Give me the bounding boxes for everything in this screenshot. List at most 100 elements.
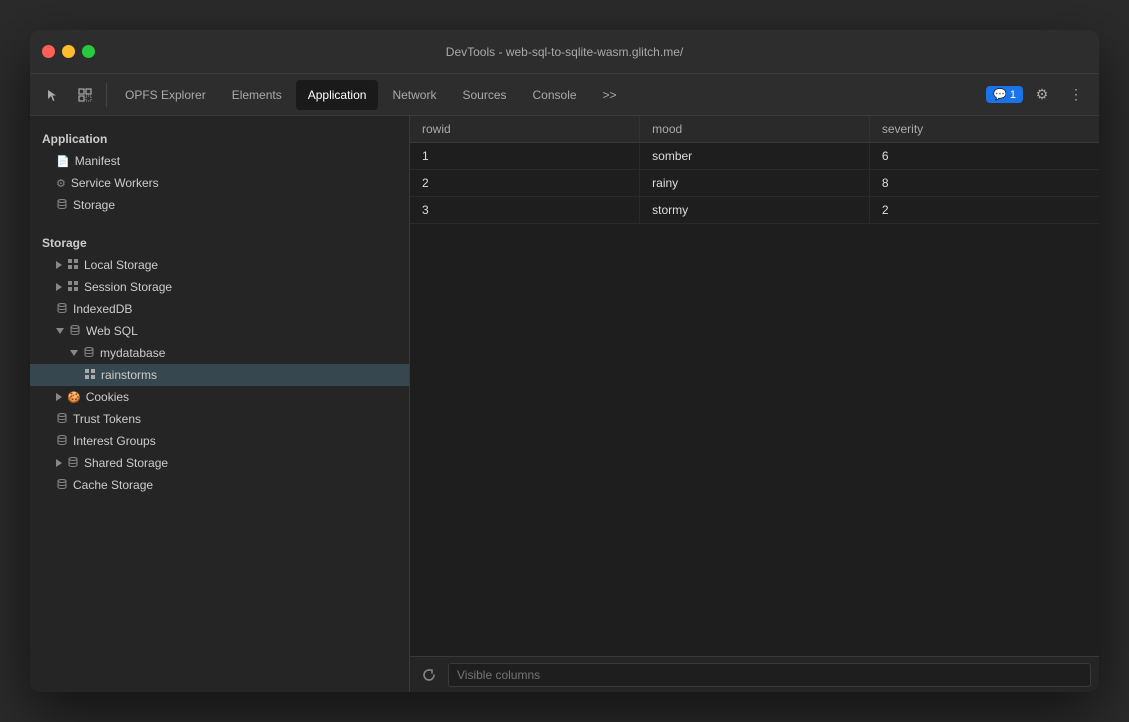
cell-severity: 8	[869, 170, 1099, 197]
rainstorms-label: rainstorms	[101, 368, 157, 382]
toolbar: OPFS Explorer Elements Application Netwo…	[30, 74, 1099, 116]
db-icon	[69, 324, 81, 339]
gear-icon: ⚙	[1036, 86, 1049, 103]
storage-section-header: Storage	[30, 228, 409, 254]
window-title: DevTools - web-sql-to-sqlite-wasm.glitch…	[446, 45, 683, 59]
db-icon	[56, 198, 68, 213]
cookies-label: Cookies	[86, 390, 129, 404]
tab-elements[interactable]: Elements	[220, 80, 294, 110]
sidebar-item-indexeddb[interactable]: IndexedDB	[30, 298, 409, 320]
cell-mood: somber	[640, 143, 870, 170]
expand-icon	[56, 283, 62, 291]
sidebar-item-cache-storage[interactable]: Cache Storage	[30, 474, 409, 496]
cursor-icon-button[interactable]	[38, 80, 68, 110]
sidebar-item-mydatabase[interactable]: mydatabase	[30, 342, 409, 364]
collapse-icon	[70, 350, 78, 356]
db-icon	[67, 456, 79, 471]
db-icon	[56, 302, 68, 317]
table-row[interactable]: 2rainy8	[410, 170, 1099, 197]
tab-more[interactable]: >>	[591, 80, 629, 110]
sidebar-item-web-sql[interactable]: Web SQL	[30, 320, 409, 342]
grid-icon	[67, 258, 79, 273]
results-table: rowid mood severity 1somber62rainy83stor…	[410, 116, 1099, 224]
main-content: Application 📄 Manifest ⚙ Service Workers	[30, 116, 1099, 692]
cell-rowid: 2	[410, 170, 640, 197]
local-storage-label: Local Storage	[84, 258, 158, 272]
more-button[interactable]: ⋮	[1061, 80, 1091, 110]
sidebar-item-shared-storage[interactable]: Shared Storage	[30, 452, 409, 474]
manifest-label: Manifest	[75, 154, 120, 168]
bottom-bar	[410, 656, 1099, 692]
traffic-lights	[42, 45, 95, 58]
expand-icon	[56, 393, 62, 401]
cell-rowid: 1	[410, 143, 640, 170]
main-panel: rowid mood severity 1somber62rainy83stor…	[410, 116, 1099, 692]
tab-opfs-explorer[interactable]: OPFS Explorer	[113, 80, 218, 110]
db-icon	[56, 434, 68, 449]
table-row[interactable]: 3stormy2	[410, 197, 1099, 224]
sidebar-item-interest-groups[interactable]: Interest Groups	[30, 430, 409, 452]
sidebar-item-cookies[interactable]: 🍪 Cookies	[30, 386, 409, 408]
gear-icon: ⚙	[56, 177, 66, 190]
cell-rowid: 3	[410, 197, 640, 224]
table-header-row: rowid mood severity	[410, 116, 1099, 143]
grid-icon	[67, 280, 79, 295]
mydatabase-label: mydatabase	[100, 346, 165, 360]
sidebar-item-rainstorms[interactable]: rainstorms	[30, 364, 409, 386]
data-table: rowid mood severity 1somber62rainy83stor…	[410, 116, 1099, 656]
col-mood: mood	[640, 116, 870, 143]
sidebar-item-session-storage[interactable]: Session Storage	[30, 276, 409, 298]
sidebar-item-local-storage[interactable]: Local Storage	[30, 254, 409, 276]
visible-columns-input[interactable]	[448, 663, 1091, 687]
cell-mood: stormy	[640, 197, 870, 224]
devtools-window: DevTools - web-sql-to-sqlite-wasm.glitch…	[30, 30, 1099, 692]
tab-sources[interactable]: Sources	[450, 80, 518, 110]
expand-icon	[56, 261, 62, 269]
refresh-button[interactable]	[418, 664, 440, 686]
close-button[interactable]	[42, 45, 55, 58]
more-icon: ⋮	[1069, 86, 1083, 103]
db-icon	[56, 478, 68, 493]
storage-app-label: Storage	[73, 198, 115, 212]
tab-application[interactable]: Application	[296, 80, 379, 110]
grid-icon	[84, 368, 96, 383]
toolbar-separator	[106, 83, 107, 107]
collapse-icon	[56, 328, 64, 334]
tab-network[interactable]: Network	[380, 80, 448, 110]
file-icon: 📄	[56, 155, 70, 168]
service-workers-label: Service Workers	[71, 176, 159, 190]
interest-groups-label: Interest Groups	[73, 434, 156, 448]
sidebar-item-trust-tokens[interactable]: Trust Tokens	[30, 408, 409, 430]
indexeddb-label: IndexedDB	[73, 302, 132, 316]
application-section-header: Application	[30, 124, 409, 150]
table-row[interactable]: 1somber6	[410, 143, 1099, 170]
sidebar-item-manifest[interactable]: 📄 Manifest	[30, 150, 409, 172]
expand-icon	[56, 459, 62, 467]
chat-icon: 💬	[993, 89, 1007, 101]
minimize-button[interactable]	[62, 45, 75, 58]
cell-severity: 6	[869, 143, 1099, 170]
sidebar-item-service-workers[interactable]: ⚙ Service Workers	[30, 172, 409, 194]
toolbar-right: 💬 1 ⚙ ⋮	[986, 80, 1091, 110]
tab-console[interactable]: Console	[521, 80, 589, 110]
trust-tokens-label: Trust Tokens	[73, 412, 141, 426]
cell-severity: 2	[869, 197, 1099, 224]
sidebar: Application 📄 Manifest ⚙ Service Workers	[30, 116, 410, 692]
db-icon	[83, 346, 95, 361]
web-sql-label: Web SQL	[86, 324, 138, 338]
title-bar: DevTools - web-sql-to-sqlite-wasm.glitch…	[30, 30, 1099, 74]
maximize-button[interactable]	[82, 45, 95, 58]
sidebar-item-storage-app[interactable]: Storage	[30, 194, 409, 216]
settings-button[interactable]: ⚙	[1027, 80, 1057, 110]
chat-count: 1	[1010, 89, 1016, 101]
col-rowid: rowid	[410, 116, 640, 143]
cell-mood: rainy	[640, 170, 870, 197]
col-severity: severity	[869, 116, 1099, 143]
chat-badge[interactable]: 💬 1	[986, 86, 1023, 103]
cache-storage-label: Cache Storage	[73, 478, 153, 492]
db-icon	[56, 412, 68, 427]
cookie-icon: 🍪	[67, 391, 81, 404]
shared-storage-label: Shared Storage	[84, 456, 168, 470]
inspect-icon-button[interactable]	[70, 80, 100, 110]
session-storage-label: Session Storage	[84, 280, 172, 294]
